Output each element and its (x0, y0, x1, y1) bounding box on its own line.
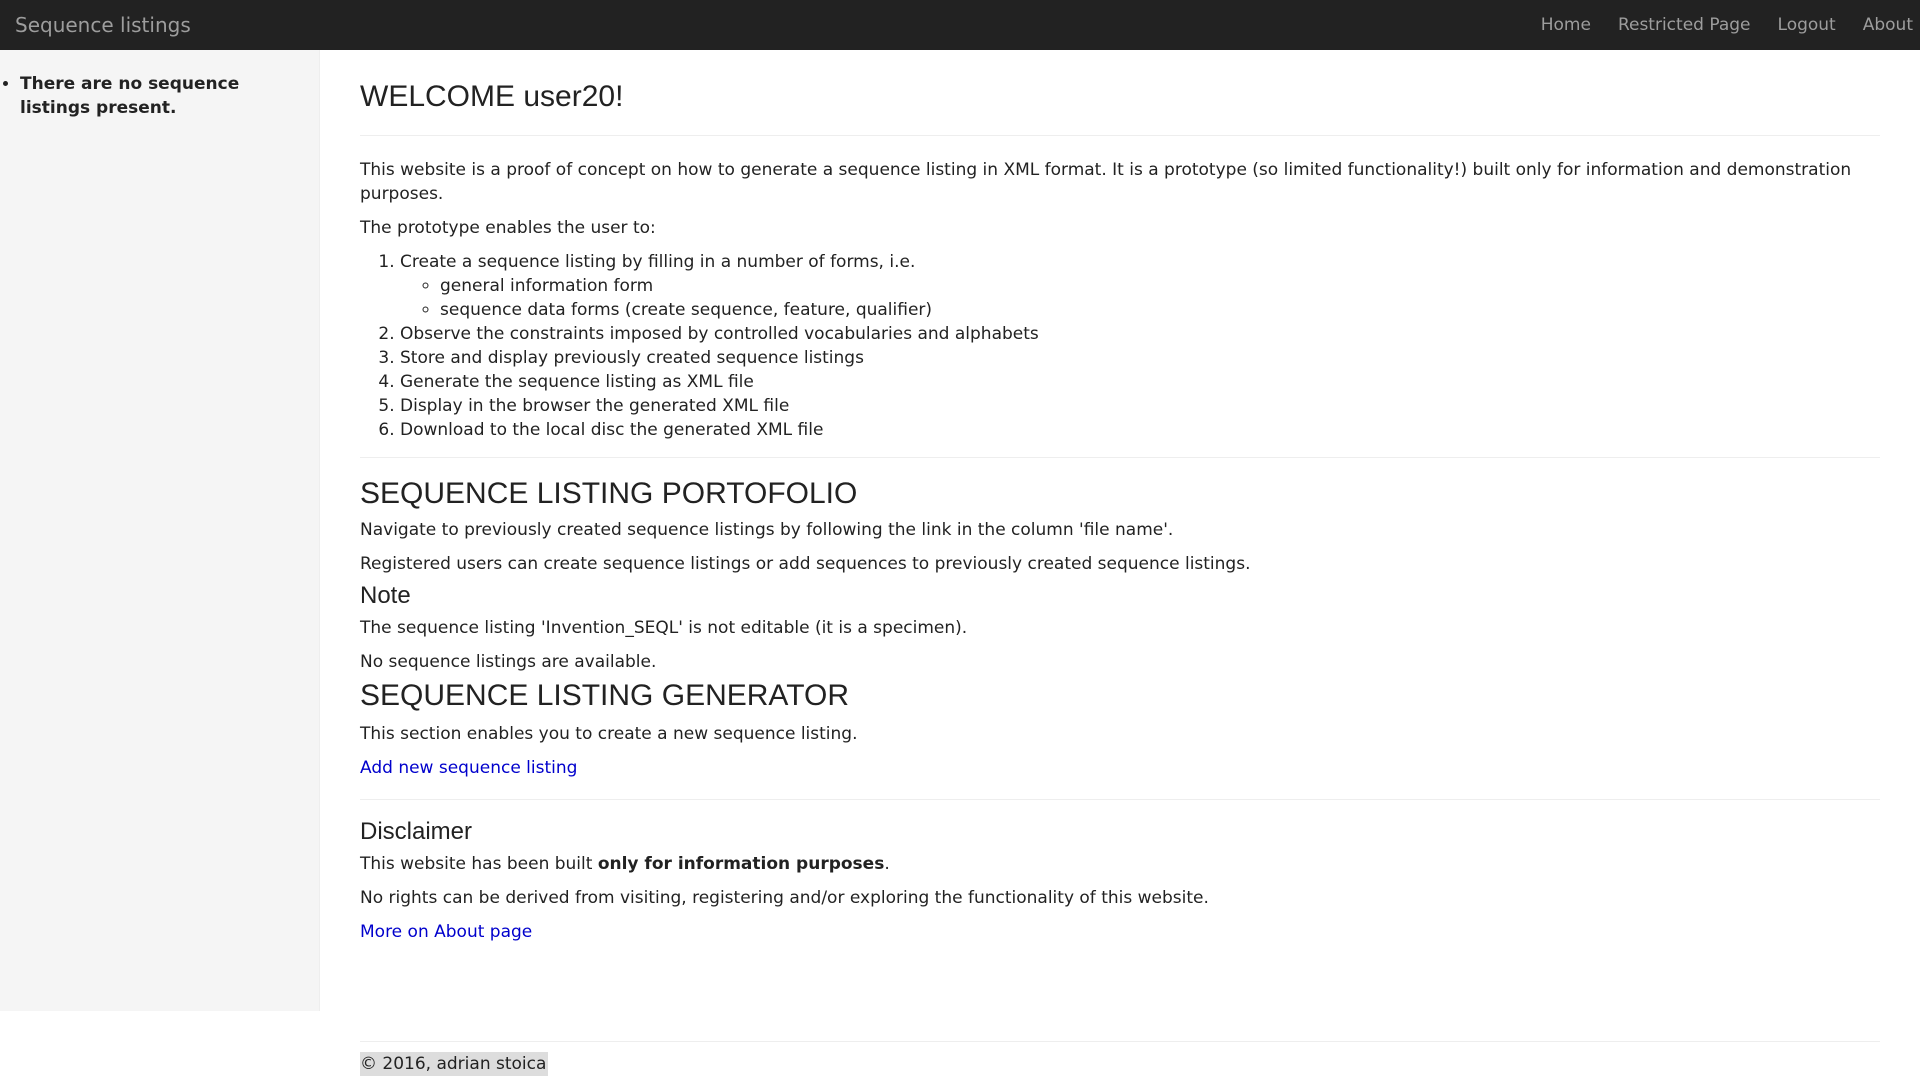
disclaimer-bold: only for information purposes (597, 854, 885, 874)
portfolio-registered-text: Registered users can create sequence lis… (360, 554, 1251, 574)
task-item: Generate the sequence listing as XML fil… (400, 370, 1880, 394)
nav-home-link[interactable]: Home (1541, 15, 1591, 35)
rights-text: No rights can be derived from visiting, … (360, 888, 1209, 908)
subtask-list: general information form sequence data f… (400, 274, 1880, 322)
portfolio-heading: SEQUENCE LISTING PORTOFOLIO (360, 477, 858, 510)
task-item-label: Create a sequence listing by filling in … (400, 252, 916, 272)
task-item: Store and display previously created seq… (400, 346, 1880, 370)
brand-link[interactable]: Sequence listings (0, 13, 191, 37)
nav-logout-link[interactable]: Logout (1778, 15, 1836, 35)
sidebar-list: There are no sequence listings present. (0, 50, 319, 120)
footer: © 2016, adrian stoica (360, 1041, 1880, 1076)
intro-paragraph: This website is a proof of concept on ho… (360, 160, 1852, 204)
no-listings-text: No sequence listings are available. (360, 652, 657, 672)
task-item: Create a sequence listing by filling in … (400, 250, 1880, 322)
footer-copyright: © 2016, adrian stoica (360, 1052, 549, 1076)
sidebar-item-no-listings: There are no sequence listings present. (20, 72, 305, 120)
nav-links: Home Restricted Page Logout About (1541, 15, 1920, 35)
disclaimer-suffix: . (884, 854, 890, 874)
top-navbar: Sequence listings Home Restricted Page L… (0, 0, 1920, 50)
task-item: Display in the browser the generated XML… (400, 394, 1880, 418)
task-item: Download to the local disc the generated… (400, 418, 1880, 442)
footer-divider (360, 1041, 1880, 1042)
generator-text: This section enables you to create a new… (360, 724, 858, 744)
disclaimer-heading: Disclaimer (360, 818, 473, 845)
subtask-item: sequence data forms (create sequence, fe… (440, 298, 1880, 322)
portfolio-nav-text: Navigate to previously created sequence … (360, 520, 1174, 540)
divider (360, 457, 1880, 458)
generator-heading: SEQUENCE LISTING GENERATOR (360, 679, 849, 712)
nav-about-link[interactable]: About (1863, 15, 1913, 35)
nav-restricted-page-link[interactable]: Restricted Page (1618, 15, 1751, 35)
enables-paragraph: The prototype enables the user to: (360, 218, 656, 238)
subtask-item: general information form (440, 274, 1880, 298)
divider (360, 135, 1880, 136)
add-link-row: Add new sequence listing (360, 756, 1880, 780)
note-text: The sequence listing 'Invention_SEQL' is… (360, 618, 968, 638)
add-sequence-listing-link[interactable]: Add new sequence listing (360, 758, 577, 778)
disclaimer-text: This website has been built only for inf… (360, 852, 1880, 876)
note-heading: Note (360, 582, 411, 609)
disclaimer-prefix: This website has been built (360, 854, 598, 874)
divider (360, 799, 1880, 800)
main-content: WELCOME user20! This website is a proof … (360, 50, 1880, 944)
sidebar: There are no sequence listings present. (0, 50, 320, 1011)
task-item: Observe the constraints imposed by contr… (400, 322, 1880, 346)
task-list: Create a sequence listing by filling in … (360, 250, 1880, 442)
more-on-about-link[interactable]: More on About page (360, 922, 532, 942)
about-link-row: More on About page (360, 920, 1880, 944)
page-title: WELCOME user20! (360, 80, 624, 113)
